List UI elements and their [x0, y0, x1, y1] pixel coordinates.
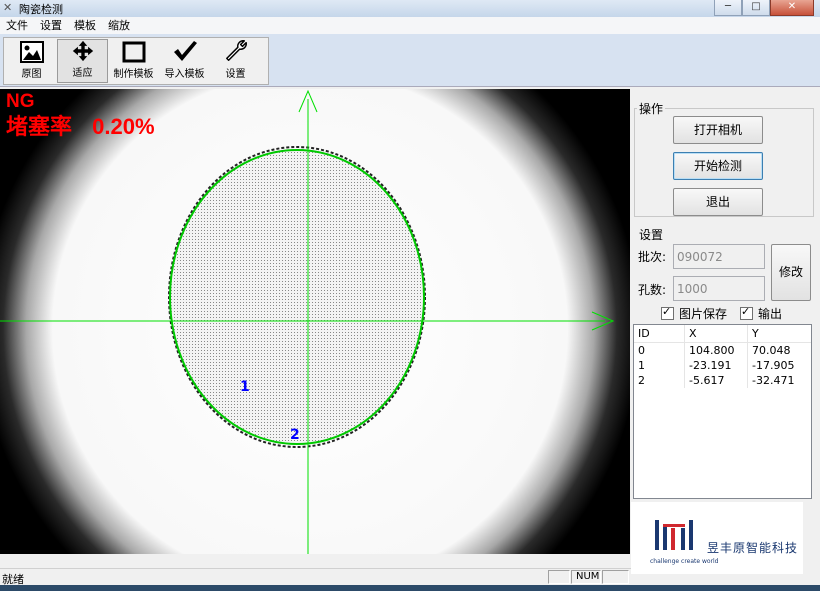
inspection-image: 1 2	[0, 89, 630, 554]
table-cell: 2	[634, 373, 685, 388]
status-pane-num: NUM	[571, 570, 601, 584]
holes-field[interactable]	[673, 276, 765, 301]
table-cell: -32.471	[752, 374, 795, 387]
status-pane-scroll	[602, 570, 629, 584]
start-detection-button[interactable]: 开始检测	[673, 152, 763, 180]
batch-field[interactable]	[673, 244, 765, 269]
control-panel: 操作 打开相机 开始检测 退出 设置 批次: 孔数: 修改 图片保存 输出 ID…	[631, 89, 820, 574]
exit-button[interactable]: 退出	[673, 188, 763, 216]
table-cell: 1	[634, 358, 685, 373]
table-cell: 70.048	[752, 344, 791, 357]
menu-settings[interactable]: 设置	[34, 17, 68, 34]
square-icon	[122, 41, 145, 63]
toolbar-label: 适应	[72, 68, 93, 79]
title-bar: ✕ 陶瓷检测 ─ □ ✕	[0, 0, 820, 18]
logo-tagline: challenge create world	[650, 558, 719, 565]
open-camera-button[interactable]: 打开相机	[673, 116, 763, 144]
menu-template[interactable]: 模板	[68, 17, 102, 34]
taskbar	[0, 585, 820, 591]
toolbar-label: 原图	[21, 69, 42, 80]
logo-mark-icon	[655, 520, 693, 550]
toolbar-original-button[interactable]: 原图	[6, 39, 57, 83]
toolbar-label: 设置	[225, 69, 246, 80]
settings-group-label: 设置	[637, 226, 666, 243]
blockage-rate-label: 堵塞率	[6, 114, 73, 139]
toolbar-settings-button[interactable]: 设置	[210, 39, 261, 83]
toolbar-label: 导入模板	[164, 69, 205, 80]
save-image-label: 图片保存	[679, 307, 728, 321]
table-cell: -5.617	[685, 373, 748, 388]
batch-label: 批次:	[638, 250, 667, 264]
table-cell: -17.905	[752, 359, 795, 372]
status-bar: 就绪 NUM	[0, 568, 631, 586]
output-check-icon	[740, 305, 753, 320]
save-image-check-icon	[661, 305, 674, 320]
picture-icon	[19, 41, 44, 63]
table-row[interactable]: 0 104.800 70.048	[634, 343, 811, 358]
table-cell: -23.191	[685, 358, 748, 373]
menu-bar: 文件 设置 模板 缩放	[0, 17, 820, 34]
operation-group-label: 操作	[637, 100, 666, 117]
toolbar-label: 制作模板	[113, 69, 154, 80]
close-button[interactable]: ✕	[770, 0, 814, 16]
table-row[interactable]: 2 -5.617 -32.471	[634, 373, 811, 388]
column-header-x[interactable]: X	[685, 325, 748, 342]
toolbar-fit-button[interactable]: 适应	[57, 39, 108, 83]
window-controls: ─ □ ✕	[714, 0, 814, 16]
blocked-hole-marker-1: 1	[240, 379, 250, 395]
toolbar-import-template-button[interactable]: 导入模板	[159, 39, 210, 83]
result-status: NG	[6, 91, 35, 112]
wrench-icon	[225, 40, 247, 61]
minimize-button[interactable]: ─	[714, 0, 742, 16]
menu-zoom[interactable]: 缩放	[102, 17, 136, 34]
blockage-rate-value: 0.20%	[92, 114, 155, 139]
table-row[interactable]: 1 -23.191 -17.905	[634, 358, 811, 373]
logo-name: 昱丰原智能科技	[707, 541, 799, 555]
status-pane-caps	[548, 570, 570, 584]
output-checkbox[interactable]: 输出	[740, 305, 782, 322]
toolbar: 原图 适应 制作模板 导入模板 设置	[3, 37, 269, 85]
toolbar-make-template-button[interactable]: 制作模板	[108, 39, 159, 83]
app-icon: ✕	[3, 1, 13, 14]
output-label: 输出	[758, 307, 783, 321]
modify-button[interactable]: 修改	[771, 244, 811, 301]
maximize-button[interactable]: □	[742, 0, 770, 16]
table-cell: 104.800	[685, 343, 748, 358]
window-title: 陶瓷检测	[19, 3, 63, 16]
checkmark-icon	[173, 41, 197, 61]
toolbar-area: 原图 适应 制作模板 导入模板 设置	[0, 34, 820, 87]
move-arrows-icon	[72, 40, 93, 62]
blockage-rate: 堵塞率 0.20%	[6, 114, 155, 140]
company-logo: 昱丰原智能科技 challenge create world	[631, 502, 803, 574]
column-header-y[interactable]: Y	[748, 325, 811, 342]
save-image-checkbox[interactable]: 图片保存	[661, 305, 727, 322]
table-cell: 0	[634, 343, 685, 358]
holes-label: 孔数:	[638, 283, 667, 297]
image-view[interactable]: 1 2 NG 堵塞率 0.20%	[0, 89, 630, 554]
blocked-hole-marker-2: 2	[290, 427, 300, 443]
results-table[interactable]: ID X Y 0 104.800 70.048 1 -23.191 -17.90…	[633, 324, 812, 499]
sample-area	[171, 150, 423, 444]
menu-file[interactable]: 文件	[0, 17, 34, 34]
column-header-id[interactable]: ID	[634, 325, 685, 342]
table-header: ID X Y	[634, 325, 811, 343]
